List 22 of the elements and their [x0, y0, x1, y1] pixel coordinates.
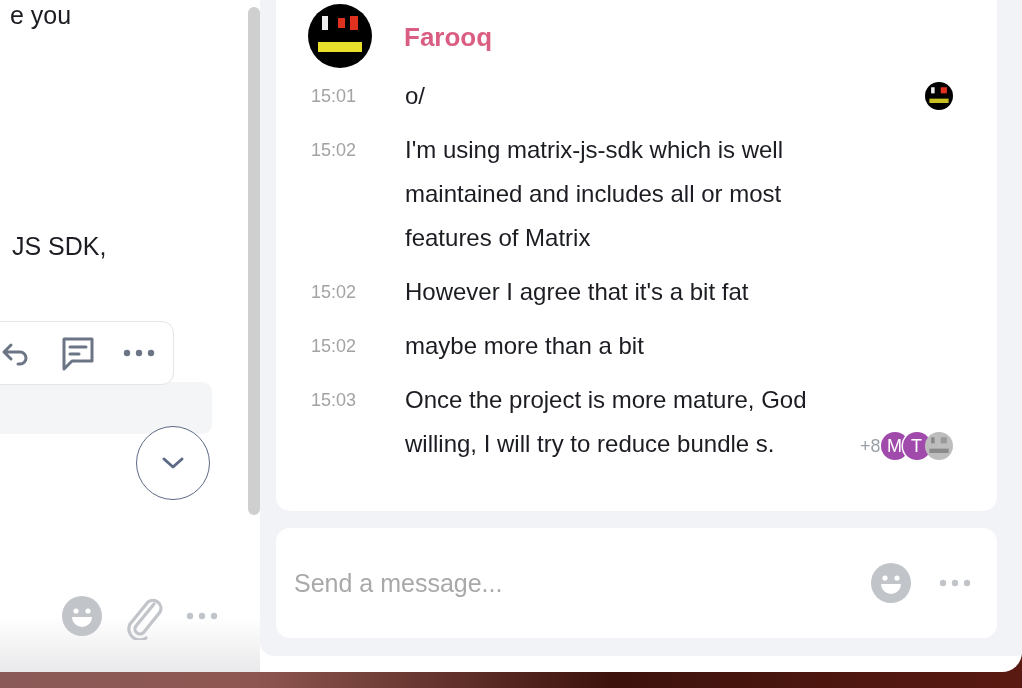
avatar[interactable]: [308, 4, 372, 68]
scrollbar[interactable]: [248, 7, 260, 515]
message-text: o/: [405, 81, 426, 111]
read-receipt-avatar[interactable]: T: [902, 432, 931, 460]
chevron-down-icon: [161, 456, 185, 470]
timestamp: 15:03: [310, 389, 358, 412]
options-icon[interactable]: [123, 349, 155, 357]
paperclip-icon[interactable]: [124, 596, 164, 640]
read-receipt-avatar[interactable]: [924, 82, 953, 110]
timestamp: 15:02: [310, 139, 358, 162]
message-input[interactable]: Send a message...: [292, 567, 843, 599]
message-text: Once the project is more mature, God willing, I will try to reduce bundle s.: [405, 385, 808, 459]
timestamp: 15:02: [310, 281, 358, 304]
message-text: e you: [10, 0, 72, 30]
message-text: JS SDK,: [12, 231, 107, 261]
sender-name[interactable]: Farooq: [404, 21, 493, 53]
timestamp: 15:02: [310, 335, 358, 358]
read-receipt-count[interactable]: +8: [860, 435, 881, 457]
message-text: However I agree that it's a bit fat: [405, 277, 750, 307]
message-text: maybe more than a bit: [405, 331, 645, 361]
timestamp: 15:01: [310, 85, 358, 108]
message-text: I'm using matrix-js-sdk which is well maintained and includes all or most features of Matrix: [405, 135, 784, 253]
